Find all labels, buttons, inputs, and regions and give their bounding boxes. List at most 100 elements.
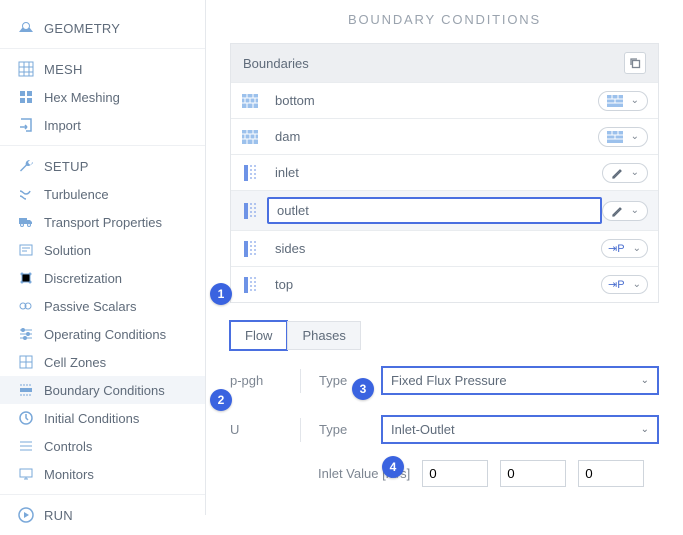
boundary-row-dam[interactable]: dam ⌄ xyxy=(231,118,658,154)
play-icon xyxy=(18,507,34,523)
symmetry-p-icon: ⇥P xyxy=(608,242,625,255)
chevron-down-icon: ⌄ xyxy=(641,375,649,386)
sidebar-item-discretization[interactable]: Discretization xyxy=(0,264,205,292)
inlet-value-y[interactable] xyxy=(500,460,566,487)
boundary-label: sides xyxy=(267,237,601,260)
mesh-icon xyxy=(18,61,34,77)
select-u-type[interactable]: Inlet-Outlet ⌄ xyxy=(381,415,659,444)
boundary-label: dam xyxy=(267,125,598,148)
sidebar-item-passive-scalars[interactable]: Passive Scalars xyxy=(0,292,205,320)
patch-icon xyxy=(241,276,259,294)
divider xyxy=(300,369,301,393)
chevron-down-icon: ⌄ xyxy=(631,95,639,106)
solution-icon xyxy=(18,242,34,258)
boundary-type-button[interactable]: ⌄ xyxy=(598,91,648,111)
geometry-icon xyxy=(18,20,34,36)
sidebar-item-cell-zones[interactable]: Cell Zones xyxy=(0,348,205,376)
copy-button[interactable] xyxy=(624,52,646,74)
chevron-down-icon: ⌄ xyxy=(633,243,641,254)
sidebar-section-geometry[interactable]: GEOMETRY xyxy=(0,14,205,42)
label: Hex Meshing xyxy=(44,90,120,105)
field-label-p-pgh: p-pgh xyxy=(230,373,282,388)
sidebar-item-solution[interactable]: Solution xyxy=(0,236,205,264)
label: GEOMETRY xyxy=(44,21,120,36)
label: Turbulence xyxy=(44,187,109,202)
sidebar-item-hex-meshing[interactable]: Hex Meshing xyxy=(0,83,205,111)
type-label: Type xyxy=(319,422,363,437)
boundary-row-top[interactable]: top ⇥P⌄ xyxy=(231,266,658,302)
tabs: Flow Phases xyxy=(230,321,659,350)
sidebar-section-mesh[interactable]: MESH xyxy=(0,55,205,83)
label: MESH xyxy=(44,62,83,77)
field-label-u: U xyxy=(230,422,282,437)
truck-icon xyxy=(18,214,34,230)
boundary-label: bottom xyxy=(267,89,598,112)
sliders-icon xyxy=(18,326,34,342)
callout-2: 2 xyxy=(210,389,232,411)
callout-1: 1 xyxy=(210,283,232,305)
boundary-type-button[interactable]: ⌄ xyxy=(602,201,648,221)
select-p-pgh-type[interactable]: Fixed Flux Pressure ⌄ xyxy=(381,366,659,395)
boundary-type-button[interactable]: ⇥P⌄ xyxy=(601,275,648,294)
tab-phases[interactable]: Phases xyxy=(287,321,360,350)
boundary-label: top xyxy=(267,273,601,296)
initial-icon xyxy=(18,410,34,426)
page-title: BOUNDARY CONDITIONS xyxy=(206,0,683,43)
sidebar-section-setup[interactable]: SETUP xyxy=(0,152,205,180)
boundary-type-button[interactable]: ⇥P ⌄ xyxy=(601,239,648,258)
label: Boundary Conditions xyxy=(44,383,165,398)
patch-icon xyxy=(241,164,259,182)
main: BOUNDARY CONDITIONS Boundaries bottom ⌄ … xyxy=(206,0,683,515)
label: Passive Scalars xyxy=(44,299,136,314)
patch-icon xyxy=(241,240,259,258)
chevron-down-icon: ⌄ xyxy=(631,205,639,216)
inlet-value-z[interactable] xyxy=(578,460,644,487)
boundary-label: inlet xyxy=(267,161,602,184)
boundary-row-inlet[interactable]: inlet ⌄ xyxy=(231,154,658,190)
boundary-row-sides[interactable]: sides ⇥P ⌄ xyxy=(231,230,658,266)
sidebar: GEOMETRY MESH Hex Meshing Import SETUP T… xyxy=(0,0,206,515)
label: Cell Zones xyxy=(44,355,106,370)
select-value: Inlet-Outlet xyxy=(391,422,455,437)
boundaries-header: Boundaries xyxy=(243,56,309,71)
patch-icon xyxy=(241,202,259,220)
wrench-icon xyxy=(18,158,34,174)
row-u: U Type Inlet-Outlet ⌄ xyxy=(230,405,659,454)
sidebar-item-turbulence[interactable]: Turbulence xyxy=(0,180,205,208)
sidebar-item-initial-conditions[interactable]: Initial Conditions xyxy=(0,404,205,432)
label: Transport Properties xyxy=(44,215,162,230)
select-value: Fixed Flux Pressure xyxy=(391,373,507,388)
turbulence-icon xyxy=(18,186,34,202)
boundary-row-bottom[interactable]: bottom ⌄ xyxy=(231,82,658,118)
sidebar-item-operating-conditions[interactable]: Operating Conditions xyxy=(0,320,205,348)
sidebar-item-boundary-conditions[interactable]: Boundary Conditions xyxy=(0,376,205,404)
label: Operating Conditions xyxy=(44,327,166,342)
boundary-type-button[interactable]: ⌄ xyxy=(602,163,648,183)
label: Initial Conditions xyxy=(44,411,139,426)
sidebar-item-transport-properties[interactable]: Transport Properties xyxy=(0,208,205,236)
chevron-down-icon: ⌄ xyxy=(631,131,639,142)
row-p-pgh: p-pgh Type Fixed Flux Pressure ⌄ xyxy=(230,356,659,405)
boundary-row-outlet[interactable]: outlet ⌄ xyxy=(231,190,658,230)
hex-icon xyxy=(18,89,34,105)
label: RUN xyxy=(44,508,73,523)
scalars-icon xyxy=(18,298,34,314)
callout-3: 3 xyxy=(352,378,374,400)
chevron-down-icon: ⌄ xyxy=(631,167,639,178)
controls-icon xyxy=(18,438,34,454)
sidebar-item-controls[interactable]: Controls xyxy=(0,432,205,460)
monitor-icon xyxy=(18,466,34,482)
wall-icon xyxy=(241,128,259,146)
boundary-label: outlet xyxy=(267,197,602,224)
sidebar-section-run[interactable]: RUN xyxy=(0,501,205,529)
tab-flow[interactable]: Flow xyxy=(230,321,287,350)
chevron-down-icon: ⌄ xyxy=(633,279,641,290)
inlet-value-x[interactable] xyxy=(422,460,488,487)
sidebar-item-monitors[interactable]: Monitors xyxy=(0,460,205,488)
label: Discretization xyxy=(44,271,122,286)
boundary-type-button[interactable]: ⌄ xyxy=(598,127,648,147)
label: SETUP xyxy=(44,159,89,174)
boundary-icon xyxy=(18,382,34,398)
sidebar-item-import[interactable]: Import xyxy=(0,111,205,139)
boundaries-panel: Boundaries bottom ⌄ dam ⌄ inlet ⌄ xyxy=(230,43,659,303)
